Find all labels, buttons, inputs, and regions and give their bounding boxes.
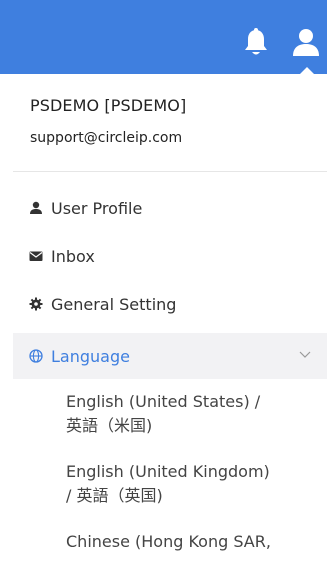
menu-item-label: Language	[51, 346, 130, 366]
language-option-line: English (United Kingdom)	[66, 462, 270, 481]
menu-item-label: Inbox	[51, 246, 95, 266]
menu-item-user-profile[interactable]: User Profile	[13, 187, 327, 229]
language-option-en-gb[interactable]: English (United Kingdom) / 英語（英国)	[66, 460, 316, 508]
top-bar	[0, 0, 327, 75]
menu-item-label: General Setting	[51, 294, 177, 314]
language-option-line: / 英語（英国)	[66, 486, 163, 505]
language-option-line: Chinese (Hong Kong SAR,	[66, 532, 271, 551]
globe-icon	[29, 349, 43, 363]
chevron-down-icon[interactable]	[299, 349, 311, 359]
bell-icon[interactable]	[243, 27, 269, 57]
account-email: support@circleip.com	[30, 130, 183, 146]
user-icon[interactable]	[292, 27, 320, 57]
account-name: PSDEMO [PSDEMO]	[30, 96, 187, 115]
gear-icon	[29, 297, 43, 311]
envelope-icon	[29, 251, 43, 261]
language-option-zh-hk[interactable]: Chinese (Hong Kong SAR,	[66, 530, 316, 554]
user-icon	[30, 201, 42, 214]
language-option-line: 英語（米国)	[66, 416, 153, 435]
user-dropdown-panel: PSDEMO [PSDEMO] support@circleip.com Use…	[13, 74, 327, 563]
language-option-line: English (United States) /	[66, 392, 261, 411]
menu-item-general-setting[interactable]: General Setting	[13, 283, 327, 325]
menu-item-label: User Profile	[51, 198, 143, 218]
divider	[13, 171, 327, 172]
menu-item-language[interactable]: Language	[13, 333, 327, 379]
menu-item-inbox[interactable]: Inbox	[13, 235, 327, 277]
language-option-en-us[interactable]: English (United States) / 英語（米国)	[66, 390, 316, 438]
